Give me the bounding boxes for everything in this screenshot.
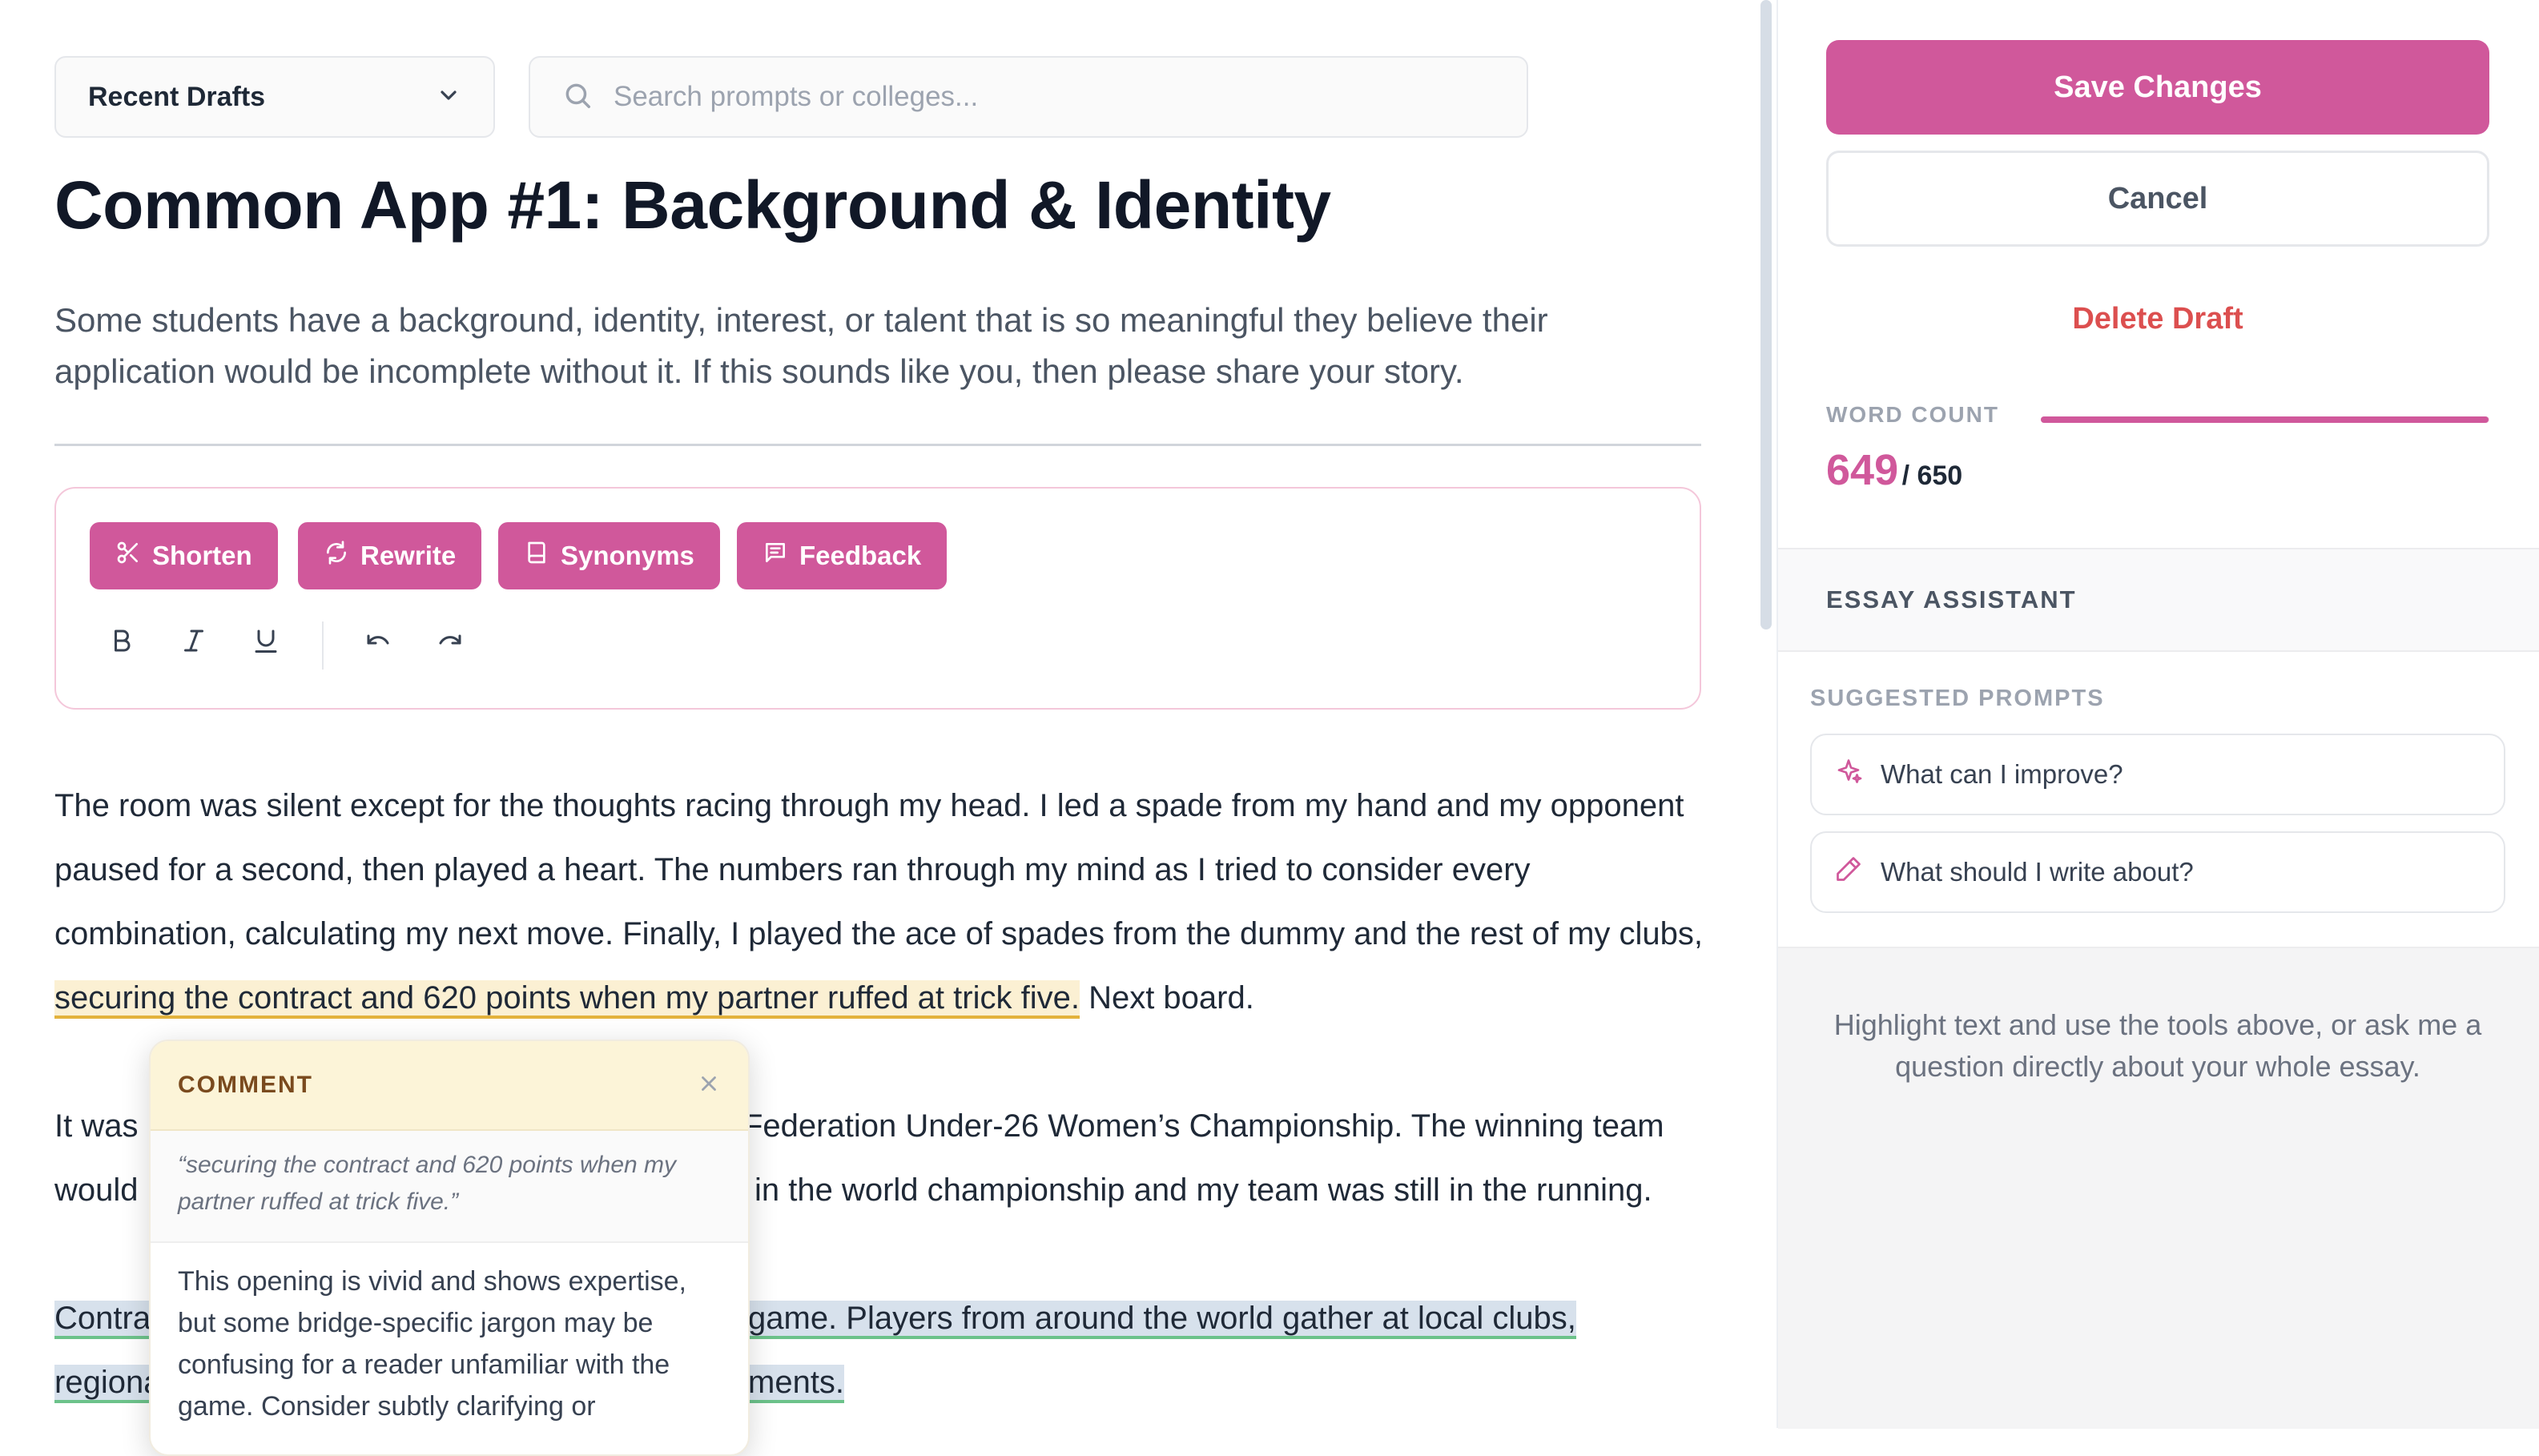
close-icon[interactable] [697, 1072, 721, 1100]
recent-drafts-label: Recent Drafts [88, 81, 266, 112]
comment-popup: COMMENT “securing the contract and 620 p… [149, 1040, 750, 1456]
undo-icon[interactable] [354, 617, 402, 665]
suggestion-label: What can I improve? [1881, 759, 2123, 789]
word-count-limit: / 650 [1901, 461, 1963, 491]
essay-paragraph-1[interactable]: The room was silent except for the thoug… [54, 774, 1712, 1030]
save-changes-button[interactable]: Save Changes [1826, 40, 2489, 135]
chevron-down-icon [436, 82, 461, 112]
book-icon [524, 540, 549, 572]
synonyms-button[interactable]: Synonyms [498, 522, 720, 589]
format-separator [322, 621, 324, 670]
essay-text: Federation Under-26 Women’s Championship… [743, 1108, 1664, 1144]
feedback-label: Feedback [799, 541, 922, 570]
comment-quote: “securing the contract and 620 points wh… [151, 1131, 748, 1243]
sparkle-icon [1834, 757, 1863, 792]
underline-icon[interactable] [242, 617, 290, 665]
essay-text: Next board. [1079, 980, 1254, 1016]
comment-body: This opening is vivid and shows expertis… [178, 1266, 686, 1422]
feedback-button[interactable]: Feedback [737, 522, 948, 589]
search-input[interactable] [612, 80, 1416, 114]
suggested-prompts-label: SUGGESTED PROMPTS [1810, 686, 2105, 711]
comment-header: COMMENT [151, 1041, 748, 1131]
scrollbar-thumb[interactable] [1760, 0, 1772, 629]
highlighted-text[interactable]: Contra [54, 1286, 151, 1350]
refresh-icon [324, 540, 349, 572]
suggestion-label: What should I write about? [1881, 857, 2194, 887]
italic-icon[interactable] [170, 617, 218, 665]
essay-text: in the world championship and my team wa… [754, 1172, 1652, 1208]
shorten-button[interactable]: Shorten [90, 522, 278, 589]
suggestion-write-about[interactable]: What should I write about? [1810, 831, 2505, 913]
recent-drafts-dropdown[interactable]: Recent Drafts [54, 56, 495, 138]
suggestion-improve[interactable]: What can I improve? [1810, 734, 2505, 815]
editor-toolbar: Shorten Rewrite Synonyms Feedback [54, 487, 1701, 710]
assistant-hint: Highlight text and use the tools above, … [1833, 1008, 2482, 1083]
search-box [529, 56, 1528, 138]
synonyms-label: Synonyms [561, 541, 694, 570]
essay-text: The room was silent except for the thoug… [54, 788, 1704, 951]
pencil-icon [1834, 855, 1863, 890]
scissors-icon [115, 540, 141, 572]
rewrite-label: Rewrite [360, 541, 457, 570]
highlighted-text[interactable]: regiona [54, 1350, 162, 1414]
prompt-description: Some students have a background, identit… [54, 301, 1548, 390]
word-count-bar-fill [2041, 416, 2489, 423]
prompt-title: Common App #1: Background & Identity [54, 167, 1331, 243]
rewrite-button[interactable]: Rewrite [298, 522, 482, 589]
highlighted-text[interactable]: securing the contract and 620 points whe… [54, 980, 1080, 1019]
word-count-label: WORD COUNT [1826, 402, 1999, 427]
word-count-number: 649 [1826, 446, 1899, 494]
word-count-value: 649 / 650 [1826, 445, 1962, 495]
bold-icon[interactable] [98, 617, 146, 665]
message-icon [763, 540, 788, 572]
highlighted-text[interactable]: ments. [748, 1350, 845, 1414]
search-icon [562, 80, 593, 115]
assistant-title: ESSAY ASSISTANT [1826, 585, 2077, 613]
cancel-button[interactable]: Cancel [1826, 151, 2489, 247]
assistant-header: ESSAY ASSISTANT [1778, 548, 2539, 652]
redo-icon[interactable] [426, 617, 474, 665]
delete-draft-button[interactable]: Delete Draft [1826, 290, 2489, 348]
comment-label: COMMENT [178, 1072, 313, 1098]
divider [54, 444, 1701, 446]
shorten-label: Shorten [152, 541, 252, 570]
highlighted-text[interactable]: game. Players from around the world gath… [748, 1286, 1576, 1350]
